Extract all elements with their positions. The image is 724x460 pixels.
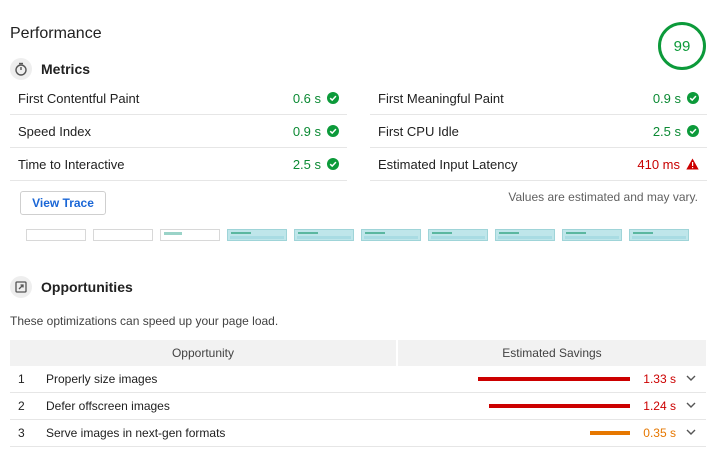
metric-value-text: 0.9 s <box>652 90 681 106</box>
filmstrip-frame <box>562 229 622 241</box>
pass-check-icon <box>327 158 339 170</box>
metric-name: Speed Index <box>18 123 92 139</box>
pass-check-icon <box>327 92 339 104</box>
metric-value: 410 ms <box>637 157 699 172</box>
chevron-down-icon[interactable] <box>686 429 696 436</box>
metrics-header: Metrics <box>10 58 90 80</box>
table-row[interactable]: 1 Properly size images 1.33 s <box>10 366 706 393</box>
column-header-opportunity: Opportunity <box>171 346 235 360</box>
chevron-down-icon[interactable] <box>686 375 696 382</box>
filmstrip-frame <box>294 229 354 241</box>
metric-name: First Contentful Paint <box>18 90 140 106</box>
table-row[interactable]: 3 Serve images in next-gen formats 0.35 … <box>10 420 706 447</box>
metric-value-text: 2.5 s <box>292 156 321 172</box>
metric-row: First CPU Idle 2.5 s <box>370 115 707 148</box>
opportunities-header: Opportunities <box>10 276 133 298</box>
metric-value: 0.9 s <box>653 91 699 106</box>
table-header: Opportunity Estimated Savings <box>10 340 706 366</box>
metric-name: Estimated Input Latency <box>378 156 518 172</box>
row-number: 3 <box>18 426 25 440</box>
savings-value: 0.35 s <box>643 426 676 440</box>
filmstrip-frame <box>495 229 555 241</box>
estimate-note: Values are estimated and may vary. <box>508 190 698 204</box>
savings-value: 1.33 s <box>643 372 676 386</box>
opportunities-title: Opportunities <box>41 279 133 295</box>
table-row[interactable]: 2 Defer offscreen images 1.24 s <box>10 393 706 420</box>
metric-row: Estimated Input Latency 410 ms <box>370 148 707 181</box>
pass-check-icon <box>687 92 699 104</box>
metric-name: Time to Interactive <box>18 156 125 172</box>
metric-row: First Contentful Paint 0.6 s <box>10 82 347 115</box>
metric-row: First Meaningful Paint 0.9 s <box>370 82 707 115</box>
row-number: 1 <box>18 372 25 386</box>
performance-score-value: 99 <box>673 37 691 55</box>
pass-check-icon <box>327 125 339 137</box>
metric-value: 0.6 s <box>293 91 339 106</box>
filmstrip-frame <box>428 229 488 241</box>
metric-name: First CPU Idle <box>378 123 459 139</box>
column-header-savings: Estimated Savings <box>502 346 602 360</box>
savings-bar <box>590 431 630 435</box>
metric-value-text: 410 ms <box>637 156 680 172</box>
opportunity-name: Defer offscreen images <box>46 399 170 413</box>
filmstrip-frame <box>361 229 421 241</box>
filmstrip-frame <box>160 229 220 241</box>
opportunities-table: Opportunity Estimated Savings 1 Properly… <box>10 340 706 447</box>
row-number: 2 <box>18 399 25 413</box>
metric-value-text: 0.9 s <box>292 123 321 139</box>
savings-bar <box>489 404 630 408</box>
metric-value: 0.9 s <box>293 124 339 139</box>
metrics-title: Metrics <box>41 61 91 77</box>
metric-name: First Meaningful Paint <box>378 90 504 106</box>
warning-triangle-icon <box>686 158 699 170</box>
metrics-left-column: First Contentful Paint 0.6 s Speed Index… <box>10 82 347 181</box>
filmstrip-frame <box>227 229 287 241</box>
chevron-down-icon[interactable] <box>686 402 696 409</box>
savings-value: 1.24 s <box>643 399 676 413</box>
metric-value-text: 2.5 s <box>652 123 681 139</box>
opportunities-description: These optimizations can speed up your pa… <box>10 314 279 328</box>
opportunity-name: Serve images in next-gen formats <box>46 426 226 440</box>
metric-row: Time to Interactive 2.5 s <box>10 148 347 181</box>
metric-value: 2.5 s <box>293 157 339 172</box>
stopwatch-icon <box>10 58 32 80</box>
filmstrip-frame <box>26 229 86 241</box>
performance-score-gauge: 99 <box>658 22 706 70</box>
metric-value-text: 0.6 s <box>292 90 321 106</box>
pass-check-icon <box>687 125 699 137</box>
savings-bar <box>478 377 630 381</box>
opportunity-icon <box>10 276 32 298</box>
metric-value: 2.5 s <box>653 124 699 139</box>
opportunity-name: Properly size images <box>46 372 158 386</box>
filmstrip <box>26 229 689 241</box>
view-trace-button[interactable]: View Trace <box>20 191 106 215</box>
filmstrip-frame <box>629 229 689 241</box>
performance-title: Performance <box>10 25 102 42</box>
metric-row: Speed Index 0.9 s <box>10 115 347 148</box>
filmstrip-frame <box>93 229 153 241</box>
metrics-right-column: First Meaningful Paint 0.9 s First CPU I… <box>370 82 707 181</box>
